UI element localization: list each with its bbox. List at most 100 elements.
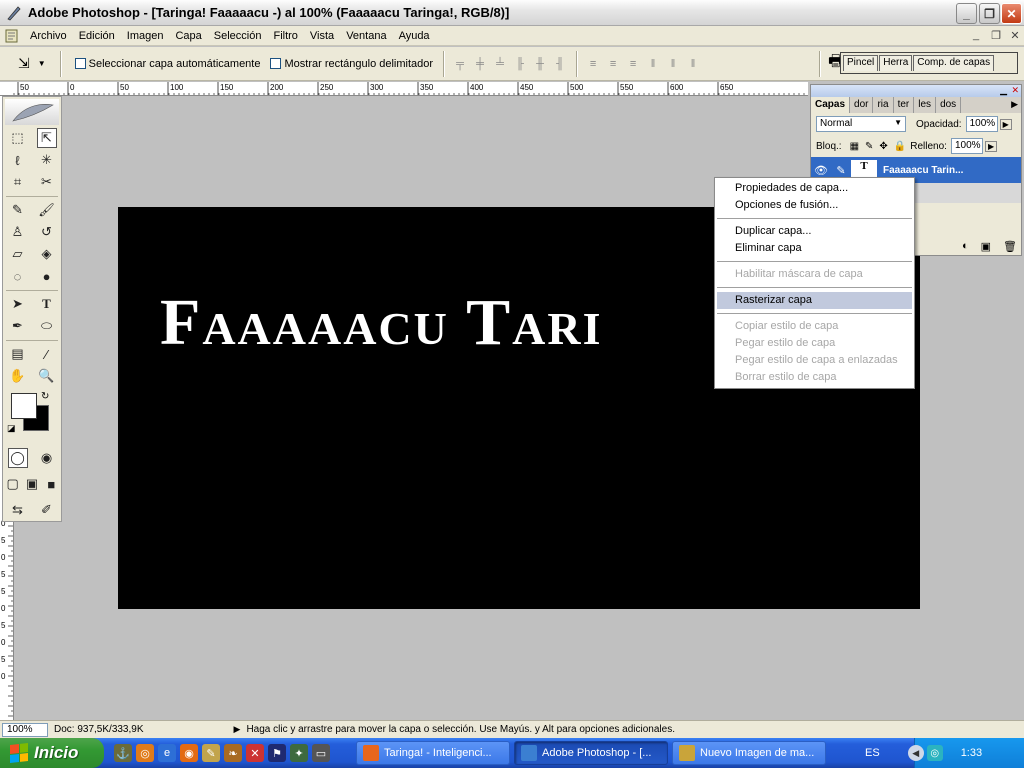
- tab-navigator[interactable]: dor: [850, 97, 874, 113]
- align-bottom-icon[interactable]: ╧: [493, 57, 507, 71]
- jump-to-imageready-icon[interactable]: ⇆: [8, 500, 28, 520]
- opacity-input[interactable]: 100%: [965, 116, 998, 132]
- screen-mode-full-menu-icon[interactable]: ▣: [22, 474, 41, 494]
- brush-tool-icon[interactable]: 🖌: [37, 200, 57, 220]
- doc-size[interactable]: Doc: 937,5K/333,9K: [54, 724, 144, 735]
- checkbox-box[interactable]: [270, 58, 282, 69]
- context-menu-item[interactable]: Opciones de fusión...: [717, 197, 912, 214]
- crop-tool-icon[interactable]: ⌗: [8, 172, 28, 192]
- ie-icon[interactable]: e: [158, 744, 176, 762]
- tab-character[interactable]: ter: [894, 97, 915, 113]
- quick-launch-icon[interactable]: ✎: [202, 744, 220, 762]
- task-image-viewer[interactable]: Nuevo Imagen de ma...: [672, 741, 826, 765]
- healing-brush-tool-icon[interactable]: ✎: [8, 200, 28, 220]
- move-tool-icon[interactable]: ⇱: [36, 128, 57, 148]
- checkbox-box[interactable]: [74, 58, 86, 69]
- auto-select-checkbox[interactable]: Seleccionar capa automáticamente: [74, 58, 260, 70]
- maximize-button[interactable]: ❐: [979, 3, 1000, 24]
- marquee-tool-icon[interactable]: ⬚: [8, 128, 28, 148]
- distribute-left-icon[interactable]: ‖: [646, 57, 660, 71]
- standard-mode-icon[interactable]: ◯: [7, 448, 28, 468]
- adjustment-layer-icon[interactable]: ◐: [962, 240, 969, 253]
- menu-edicion[interactable]: Edición: [73, 30, 121, 42]
- task-firefox[interactable]: Taringa! - Inteligenci...: [356, 741, 510, 765]
- slice-tool-icon[interactable]: ✂: [37, 172, 57, 192]
- foreground-color-swatch[interactable]: [11, 393, 37, 419]
- eyedropper-tool-icon[interactable]: ⁄: [37, 344, 57, 364]
- type-tool-icon[interactable]: T: [37, 294, 57, 314]
- edit-in-imageready-icon[interactable]: ✐: [37, 500, 57, 520]
- start-button[interactable]: Inicio: [0, 738, 104, 768]
- tab-paths[interactable]: dos: [936, 97, 962, 113]
- palette-tab-tool-presets[interactable]: Herra: [879, 55, 913, 71]
- move-tool-preset[interactable]: ⇲ ▼: [18, 55, 46, 72]
- paint-bucket-tool-icon[interactable]: ◈: [37, 244, 57, 264]
- distribute-right-icon[interactable]: ‖: [686, 57, 700, 71]
- language-indicator[interactable]: ES: [865, 747, 880, 759]
- magic-wand-tool-icon[interactable]: ✳: [37, 150, 57, 170]
- eraser-tool-icon[interactable]: ▱: [8, 244, 28, 264]
- menu-imagen[interactable]: Imagen: [121, 30, 170, 42]
- doc-close-button[interactable]: ✕: [1007, 29, 1023, 43]
- menu-ventana[interactable]: Ventana: [340, 30, 392, 42]
- panel-minimize-icon[interactable]: ▁: [1000, 85, 1007, 96]
- hand-tool-icon[interactable]: ✋: [8, 366, 28, 386]
- eye-icon[interactable]: 👁: [811, 164, 831, 177]
- quick-launch-icon[interactable]: ✦: [290, 744, 308, 762]
- tab-channels[interactable]: les: [914, 97, 937, 113]
- quick-mask-mode-icon[interactable]: ◉: [37, 448, 57, 468]
- lasso-tool-icon[interactable]: ℓ: [8, 150, 28, 170]
- fill-input[interactable]: 100%: [950, 138, 983, 154]
- status-menu-arrow-icon[interactable]: ▶: [234, 724, 241, 735]
- context-menu-item[interactable]: Propiedades de capa...: [717, 180, 912, 197]
- lock-transparency-icon[interactable]: ▦: [850, 141, 859, 152]
- task-photoshop[interactable]: Adobe Photoshop - [...: [514, 741, 668, 765]
- history-brush-tool-icon[interactable]: ↺: [37, 222, 57, 242]
- photoshop-feather-logo[interactable]: [5, 99, 59, 125]
- menu-ayuda[interactable]: Ayuda: [393, 30, 436, 42]
- panel-header[interactable]: ▁ ✕: [811, 85, 1021, 97]
- zoom-field[interactable]: 100%: [2, 722, 48, 737]
- firefox-icon[interactable]: ◉: [180, 744, 198, 762]
- palette-tab-brush[interactable]: Pincel: [843, 55, 879, 71]
- menu-seleccion[interactable]: Selección: [208, 30, 268, 42]
- context-menu-item[interactable]: Duplicar capa...: [717, 223, 912, 240]
- ellipse-tool-icon[interactable]: ⬭: [37, 316, 57, 336]
- path-selection-tool-icon[interactable]: ➤: [8, 294, 28, 314]
- distribute-top-icon[interactable]: ≡: [586, 57, 600, 71]
- minimize-button[interactable]: _: [956, 3, 977, 24]
- panel-menu-arrow-icon[interactable]: ▶: [1008, 97, 1021, 113]
- doc-minimize-button[interactable]: _: [968, 29, 984, 43]
- menu-vista[interactable]: Vista: [304, 30, 340, 42]
- brush-link-icon[interactable]: ✎: [831, 164, 851, 177]
- lock-position-icon[interactable]: ✥: [879, 141, 887, 152]
- context-menu-item[interactable]: Eliminar capa: [717, 240, 912, 257]
- align-left-icon[interactable]: ╟: [513, 57, 527, 71]
- close-button[interactable]: ✕: [1001, 3, 1022, 24]
- new-layer-icon[interactable]: ▣: [981, 240, 991, 253]
- blur-tool-icon[interactable]: ◌: [8, 266, 28, 286]
- menu-archivo[interactable]: Archivo: [24, 30, 73, 42]
- menu-filtro[interactable]: Filtro: [267, 30, 303, 42]
- align-hcenter-icon[interactable]: ╫: [533, 57, 547, 71]
- lock-all-icon[interactable]: 🔒: [894, 141, 906, 152]
- show-bounds-checkbox[interactable]: Mostrar rectángulo delimitador: [270, 58, 433, 70]
- quick-launch-icon[interactable]: ❧: [224, 744, 242, 762]
- canvas-text-layer[interactable]: Faaaaacu Tari: [160, 285, 603, 361]
- dodge-tool-icon[interactable]: ●: [37, 266, 57, 286]
- zoom-tool-icon[interactable]: 🔍: [37, 366, 57, 386]
- document-icon[interactable]: [4, 28, 20, 44]
- default-colors-icon[interactable]: ◪: [7, 423, 16, 434]
- context-menu-item[interactable]: Rasterizar capa: [717, 292, 912, 309]
- distribute-vcenter-icon[interactable]: ≡: [606, 57, 620, 71]
- align-top-icon[interactable]: ╤: [453, 57, 467, 71]
- tray-app-icon[interactable]: ◎: [926, 745, 943, 761]
- align-right-icon[interactable]: ╢: [553, 57, 567, 71]
- menu-capa[interactable]: Capa: [169, 30, 207, 42]
- trash-icon[interactable]: 🗑: [1003, 240, 1017, 253]
- pen-tool-icon[interactable]: ✒: [8, 316, 28, 336]
- fill-slider-arrow-icon[interactable]: ▶: [984, 140, 998, 152]
- panel-close-icon[interactable]: ✕: [1011, 85, 1019, 96]
- quick-launch-icon[interactable]: ▭: [312, 744, 330, 762]
- palette-tab-layer-comps[interactable]: Comp. de capas: [913, 55, 995, 71]
